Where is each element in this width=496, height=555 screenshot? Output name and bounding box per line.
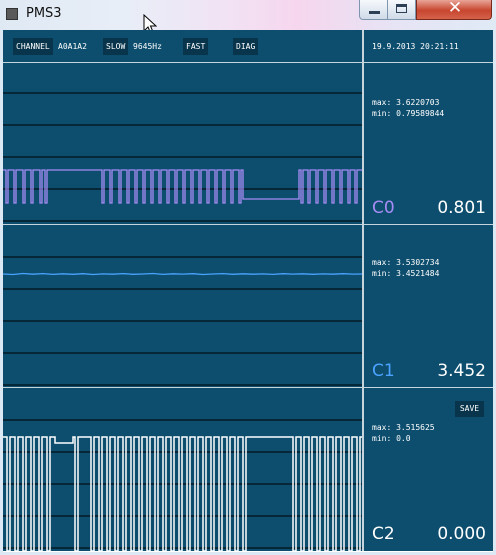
channel-0-plot (3, 92, 362, 222)
channel-0-name: C0 (372, 198, 395, 218)
channel-button[interactable]: CHANNEL (13, 38, 53, 55)
channel-1-grid (3, 256, 362, 386)
channel-0-min: min: 0.79589844 (372, 109, 445, 118)
minimize-button[interactable] (359, 0, 388, 20)
channel-0-value: 0.801 (437, 198, 486, 218)
channel-2-max: max: 3.515625 (372, 423, 435, 432)
frequency-readout: 9645Hz (133, 42, 162, 51)
close-button[interactable]: ✕ (416, 0, 492, 20)
slow-button[interactable]: SLOW (103, 38, 129, 55)
vertical-divider (362, 30, 364, 551)
channel-1-plot (3, 256, 362, 386)
datetime-readout: 19.9.2013 20:21:11 (372, 42, 459, 51)
window-title: PMS3 (26, 6, 62, 21)
close-icon: ✕ (447, 0, 463, 18)
channel-1-value: 3.452 (437, 361, 486, 381)
channel-0-waveform (3, 169, 362, 204)
channel-2-waveform (3, 436, 362, 551)
channel-2-value: 0.000 (437, 524, 486, 544)
channel-2-min: min: 0.0 (372, 434, 411, 443)
toolbar: CHANNEL A0A1A2 SLOW 9645Hz FAST DIAG (3, 30, 362, 62)
diag-button[interactable]: DIAG (233, 38, 259, 55)
title-bar[interactable]: PMS3 ✕ (0, 0, 496, 35)
app-icon (6, 8, 18, 20)
maximize-button[interactable] (388, 0, 416, 20)
fast-button[interactable]: FAST (183, 38, 209, 55)
channel-1-max: max: 3.5302734 (372, 258, 440, 267)
channel-1-name: C1 (372, 361, 395, 381)
save-button[interactable]: SAVE (455, 401, 484, 417)
channel-1-min: min: 3.4521484 (372, 269, 440, 278)
channel-0-max: max: 3.6220703 (372, 98, 440, 107)
channel-1-waveform (3, 272, 362, 276)
channel-value: A0A1A2 (58, 42, 87, 51)
maximize-icon (396, 4, 407, 13)
channel-2-plot (3, 419, 362, 551)
minimize-icon (369, 11, 380, 14)
app-client-area: CHANNEL A0A1A2 SLOW 9645Hz FAST DIAG 19.… (3, 30, 493, 551)
channel-2-name: C2 (372, 524, 395, 544)
